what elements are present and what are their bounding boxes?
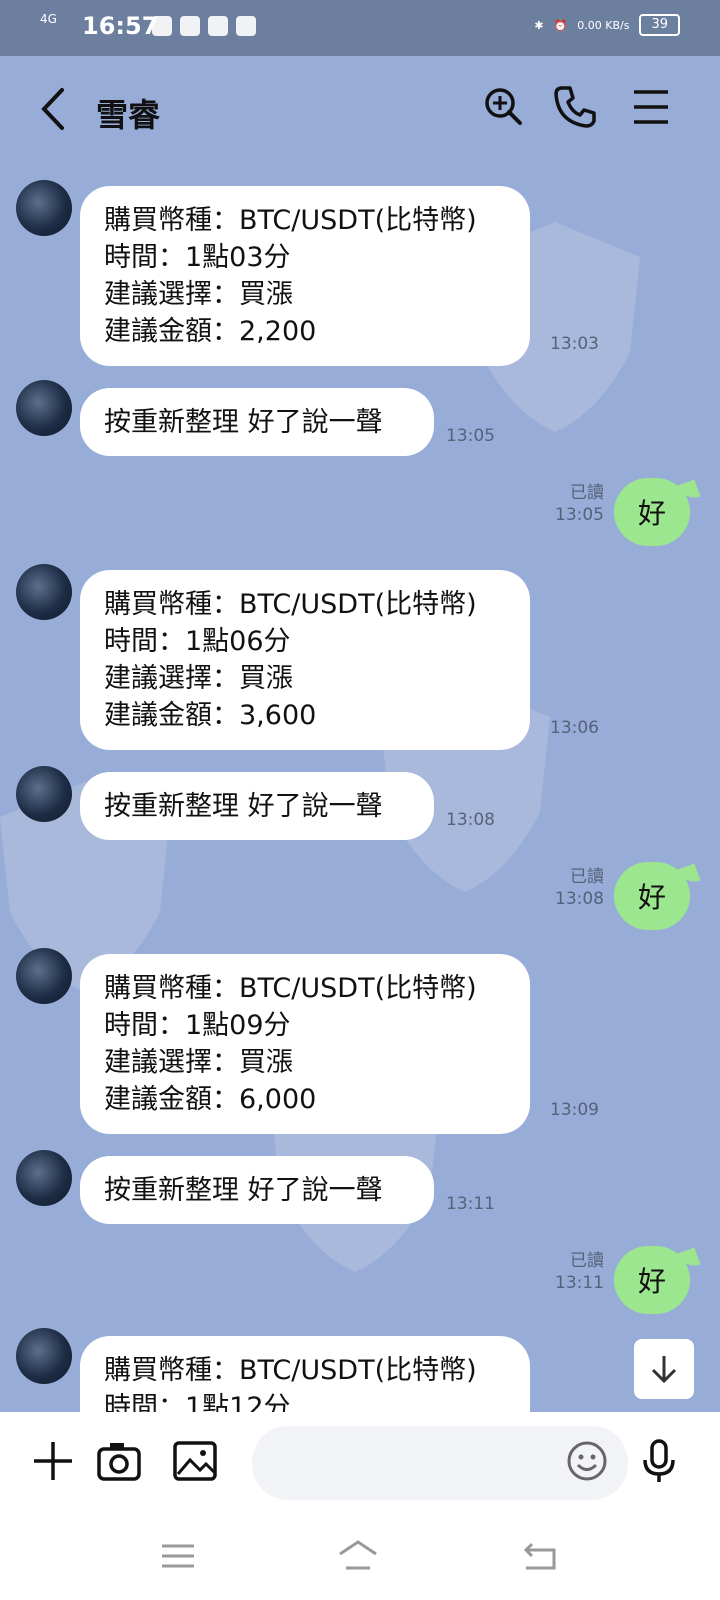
contact-avatar[interactable]	[16, 1328, 72, 1384]
message-bubble: 購買幣種：BTC/USDT(比特幣) 時間：1點06分 建議選擇：買漲 建議金額…	[80, 570, 530, 750]
read-label: 已讀	[570, 1251, 604, 1271]
battery-indicator: 39	[639, 14, 680, 36]
my-message-bubble: 好	[614, 478, 690, 546]
message-time: 13:05	[555, 505, 604, 525]
read-receipt: 已讀 13:08	[555, 866, 604, 910]
message-line: 購買幣種：BTC/USDT(比特幣)	[104, 973, 477, 1004]
chat-header: 雪睿	[0, 56, 720, 162]
message-line: 購買幣種：BTC/USDT(比特幣)	[104, 205, 477, 236]
message-line: 建議金額：3,600	[104, 700, 317, 731]
message-text: 按重新整理 好了說一聲	[104, 407, 383, 438]
phone-icon[interactable]	[548, 80, 602, 134]
contact-avatar[interactable]	[16, 380, 72, 436]
message-bubble: 按重新整理 好了說一聲	[80, 1156, 434, 1224]
back-nav-icon[interactable]	[518, 1536, 562, 1576]
youtube-notification-icon	[236, 16, 256, 36]
bluetooth-icon: ✱	[534, 18, 544, 32]
chat-title: 雪睿	[96, 96, 161, 134]
contact-avatar[interactable]	[16, 948, 72, 1004]
message-time: 13:08	[446, 810, 495, 830]
plus-icon[interactable]	[30, 1438, 76, 1484]
message-line: 建議選擇：買漲	[104, 663, 293, 694]
status-time: 16:57	[82, 12, 159, 40]
message-time: 13:11	[555, 1273, 604, 1293]
message-text: 按重新整理 好了說一聲	[104, 791, 383, 822]
my-message-bubble: 好	[614, 862, 690, 930]
alarm-icon: ⏰	[553, 18, 568, 32]
message-time: 13:09	[550, 1100, 599, 1120]
recent-apps-icon[interactable]	[156, 1536, 200, 1576]
message-time: 13:05	[446, 426, 495, 446]
my-message-bubble: 好	[614, 1246, 690, 1314]
message-bubble: 購買幣種：BTC/USDT(比特幣) 時間：1點12分	[80, 1336, 530, 1412]
image-icon[interactable]	[172, 1438, 218, 1484]
system-nav-bar	[0, 1512, 720, 1600]
message-text: 按重新整理 好了說一聲	[104, 1175, 383, 1206]
emoji-icon[interactable]	[566, 1440, 608, 1482]
message-line: 時間：1點06分	[104, 626, 291, 657]
message-time: 13:11	[446, 1194, 495, 1214]
contact-avatar[interactable]	[16, 1150, 72, 1206]
read-label: 已讀	[570, 867, 604, 887]
message-line: 購買幣種：BTC/USDT(比特幣)	[104, 1355, 477, 1386]
back-arrow-icon[interactable]	[34, 84, 74, 134]
message-line: 時間：1點09分	[104, 1010, 291, 1041]
home-icon[interactable]	[336, 1536, 380, 1576]
chat-area[interactable]: 購買幣種：BTC/USDT(比特幣) 時間：1點03分 建議選擇：買漲 建議金額…	[0, 162, 720, 1412]
contact-avatar[interactable]	[16, 766, 72, 822]
message-time: 13:06	[550, 718, 599, 738]
contact-avatar[interactable]	[16, 564, 72, 620]
network-indicator: 4G	[40, 12, 57, 26]
message-bubble: 購買幣種：BTC/USDT(比特幣) 時間：1點09分 建議選擇：買漲 建議金額…	[80, 954, 530, 1134]
message-bubble: 購買幣種：BTC/USDT(比特幣) 時間：1點03分 建議選擇：買漲 建議金額…	[80, 186, 530, 366]
contact-avatar[interactable]	[16, 180, 72, 236]
message-line: 時間：1點03分	[104, 242, 291, 273]
search-icon[interactable]	[476, 80, 530, 134]
message-line: 建議金額：6,000	[104, 1084, 317, 1115]
microphone-icon[interactable]	[636, 1438, 682, 1484]
network-speed: 0.00 KB/s	[577, 18, 630, 32]
read-label: 已讀	[570, 483, 604, 503]
status-right: ✱ ⏰ 0.00 KB/s 39	[534, 14, 680, 36]
read-receipt: 已讀 13:11	[555, 1250, 604, 1294]
read-receipt: 已讀 13:05	[555, 482, 604, 526]
message-line: 時間：1點12分	[104, 1392, 291, 1412]
message-line: 建議金額：2,200	[104, 316, 317, 347]
chrome-notification-icon	[208, 16, 228, 36]
message-bubble: 按重新整理 好了說一聲	[80, 772, 434, 840]
message-time: 13:03	[550, 334, 599, 354]
message-time: 13:08	[555, 889, 604, 909]
message-line: 建議選擇：買漲	[104, 279, 293, 310]
line-notification-icon	[152, 16, 172, 36]
message-line: 購買幣種：BTC/USDT(比特幣)	[104, 589, 477, 620]
menu-icon[interactable]	[624, 80, 678, 134]
arrow-down-icon	[651, 1356, 677, 1384]
status-bar: 4G 16:57 ✱ ⏰ 0.00 KB/s 39	[0, 0, 720, 56]
scroll-to-bottom-button[interactable]	[634, 1339, 694, 1399]
message-bubble: 按重新整理 好了說一聲	[80, 388, 434, 456]
facebook-notification-icon	[180, 16, 200, 36]
camera-icon[interactable]	[96, 1438, 142, 1484]
message-line: 建議選擇：買漲	[104, 1047, 293, 1078]
notification-icons	[152, 16, 256, 36]
message-input-bar	[0, 1412, 720, 1512]
